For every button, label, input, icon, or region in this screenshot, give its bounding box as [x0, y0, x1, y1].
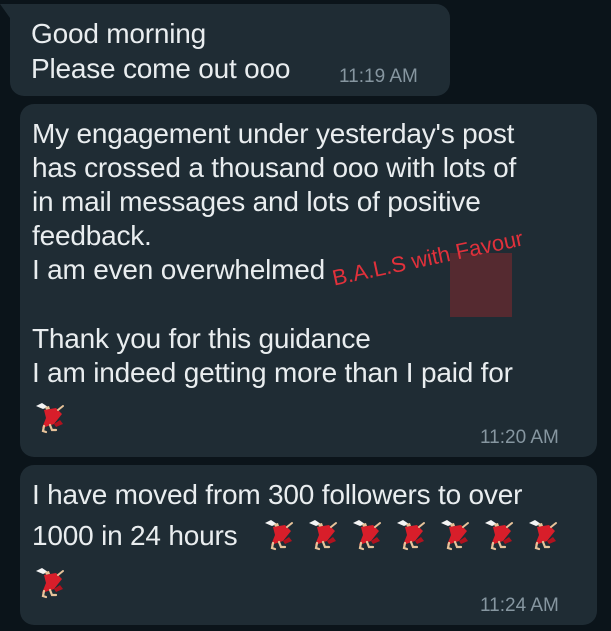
- dancer-icon: [525, 517, 559, 551]
- dancer-icon: [32, 565, 66, 599]
- message-text-line: I have moved from 300 followers to over: [32, 479, 523, 510]
- message-timestamp: 11:19 AM: [339, 66, 418, 87]
- dancer-icon: [393, 517, 427, 551]
- message-text-line: I am even overwhelmed: [32, 254, 326, 285]
- dancer-icon: [261, 517, 295, 551]
- dancer-icon: [437, 517, 471, 551]
- message-text-line: My engagement under yesterday's post: [32, 118, 515, 149]
- message-bubble-1[interactable]: Good morning Please come out ooo 11:19 A…: [0, 4, 450, 96]
- bubble-tail: [0, 4, 10, 18]
- message-text-line: Please come out ooo: [31, 53, 291, 84]
- message-text-line: in mail messages and lots of positive: [32, 186, 481, 217]
- message-text-line: Thank you for this guidance: [32, 323, 371, 354]
- dancer-icon: [32, 400, 66, 434]
- dancer-icon: [481, 517, 515, 551]
- dancer-icon: [349, 517, 383, 551]
- message-text-line: 1000 in 24 hours: [32, 520, 238, 551]
- message-text-line: feedback.: [32, 220, 152, 251]
- message-text-line: I am indeed getting more than I paid for: [32, 357, 513, 388]
- message-text-line: Good morning: [31, 18, 207, 49]
- message-text-line: has crossed a thousand ooo with lots of: [32, 152, 517, 183]
- message-bubble-3[interactable]: I have moved from 300 followers to over …: [20, 465, 597, 625]
- message-timestamp: 11:20 AM: [480, 427, 559, 448]
- dancer-icon: [305, 517, 339, 551]
- message-timestamp: 11:24 AM: [480, 595, 559, 616]
